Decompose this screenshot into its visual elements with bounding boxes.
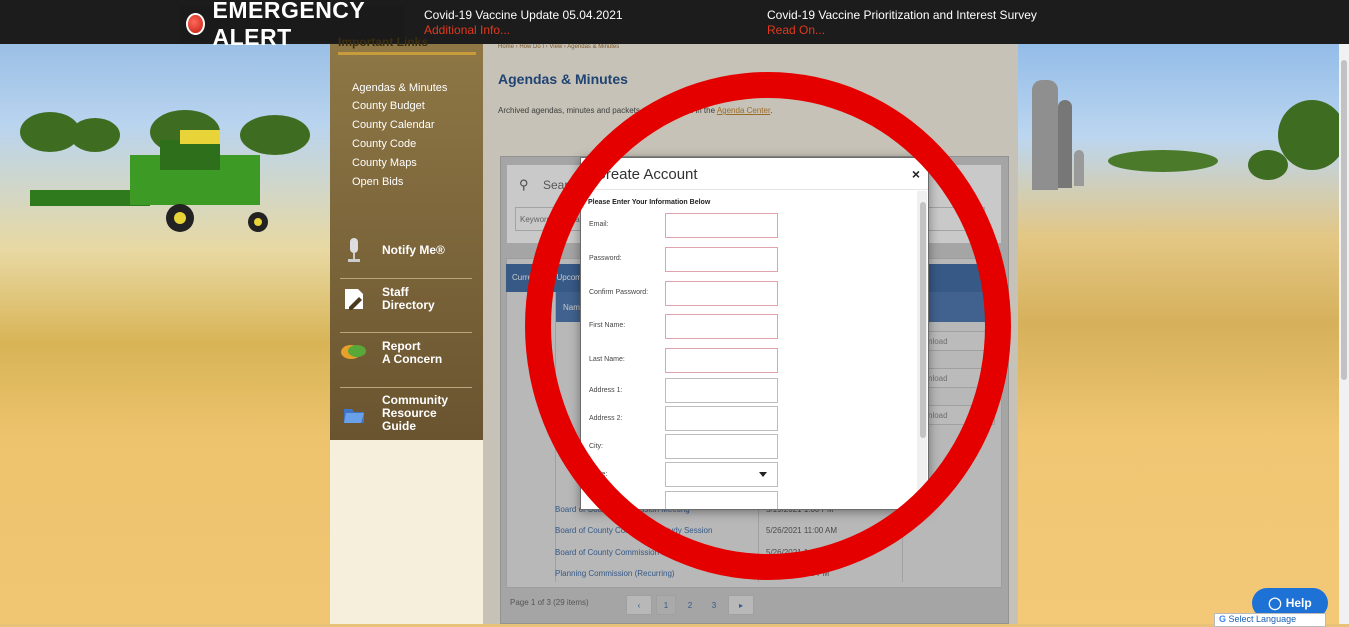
quick-link-report-concern[interactable]: Report A Concern bbox=[340, 332, 472, 367]
farm-banner-left bbox=[0, 0, 330, 624]
sidebar-link-budget[interactable]: County Budget bbox=[352, 100, 425, 112]
address2-field[interactable] bbox=[665, 406, 778, 431]
folder-icon bbox=[340, 400, 368, 428]
quick-link-community-resource-guide[interactable]: Community Resource Guide bbox=[340, 387, 472, 433]
sidebar-link-agendas[interactable]: Agendas & Minutes bbox=[352, 82, 447, 94]
alert-headline[interactable]: Covid-19 Vaccine Prioritization and Inte… bbox=[767, 8, 1037, 23]
farm-banner-right bbox=[1018, 0, 1349, 624]
dialog-body: Please Enter Your Information Below Emai… bbox=[581, 191, 919, 509]
last-name-field[interactable] bbox=[665, 348, 778, 373]
address1-label: Address 1: bbox=[589, 387, 623, 394]
important-links-title: Important Links bbox=[338, 35, 429, 49]
quick-link-label: A Concern bbox=[382, 352, 443, 366]
chat-bubbles-icon bbox=[340, 339, 368, 367]
city-label: City: bbox=[589, 443, 603, 450]
google-logo-icon: G bbox=[1219, 614, 1227, 624]
sidebar-link-calendar[interactable]: County Calendar bbox=[352, 119, 435, 131]
first-name-label: First Name: bbox=[589, 322, 626, 329]
password-field[interactable] bbox=[665, 247, 778, 272]
combine-harvester-icon bbox=[30, 130, 268, 232]
dialog-header: Create Account × bbox=[581, 158, 928, 190]
sidebar-link-code[interactable]: County Code bbox=[352, 138, 416, 150]
alert-more-link[interactable]: Additional Info... bbox=[424, 23, 623, 38]
quick-link-staff-directory[interactable]: Staff Directory bbox=[340, 278, 472, 313]
confirm-password-field[interactable] bbox=[665, 281, 778, 306]
alert-item-2[interactable]: Covid-19 Vaccine Prioritization and Inte… bbox=[767, 8, 1037, 38]
chat-bubble-icon: ◯ bbox=[1268, 596, 1282, 610]
email-field[interactable] bbox=[665, 213, 778, 238]
microphone-icon bbox=[340, 236, 368, 264]
last-name-label: Last Name: bbox=[589, 356, 625, 363]
chevron-down-icon bbox=[759, 472, 767, 477]
first-name-field[interactable] bbox=[665, 314, 778, 339]
create-account-dialog: Create Account × Please Enter Your Infor… bbox=[580, 157, 929, 510]
zip-field[interactable] bbox=[665, 491, 778, 509]
email-label: Email: bbox=[589, 221, 609, 228]
sidebar-link-bids[interactable]: Open Bids bbox=[352, 176, 403, 188]
dialog-title: Create Account bbox=[595, 166, 698, 183]
sidebar-link-maps[interactable]: County Maps bbox=[352, 157, 417, 169]
translate-label: Select Language bbox=[1228, 614, 1297, 624]
quick-link-label: Directory bbox=[382, 298, 435, 312]
alert-item-1[interactable]: Covid-19 Vaccine Update 05.04.2021 Addit… bbox=[424, 8, 623, 38]
state-label: State: bbox=[589, 471, 608, 478]
city-field[interactable] bbox=[665, 434, 778, 459]
address1-field[interactable] bbox=[665, 378, 778, 403]
quick-link-notify-me[interactable]: Notify Me® bbox=[340, 230, 472, 264]
alert-light-icon bbox=[186, 13, 205, 35]
confirm-password-label: Confirm Password: bbox=[589, 289, 649, 296]
password-label: Password: bbox=[589, 255, 622, 262]
form-instructions: Please Enter Your Information Below bbox=[588, 199, 711, 206]
close-icon[interactable]: × bbox=[912, 166, 920, 182]
help-label: Help bbox=[1285, 596, 1312, 610]
quick-link-label: Guide bbox=[382, 419, 417, 433]
address2-label: Address 2: bbox=[589, 415, 623, 422]
translate-select[interactable]: G Select Language bbox=[1214, 613, 1326, 627]
alert-more-link[interactable]: Read On... bbox=[767, 23, 1037, 38]
divider bbox=[338, 52, 476, 55]
quick-link-label: Notify Me® bbox=[382, 242, 445, 257]
pencil-paper-icon bbox=[340, 285, 368, 313]
alert-headline[interactable]: Covid-19 Vaccine Update 05.04.2021 bbox=[424, 8, 623, 23]
page-scrollbar-thumb[interactable] bbox=[1341, 60, 1347, 380]
dialog-scrollbar-thumb[interactable] bbox=[920, 202, 926, 438]
state-select[interactable] bbox=[665, 462, 778, 487]
